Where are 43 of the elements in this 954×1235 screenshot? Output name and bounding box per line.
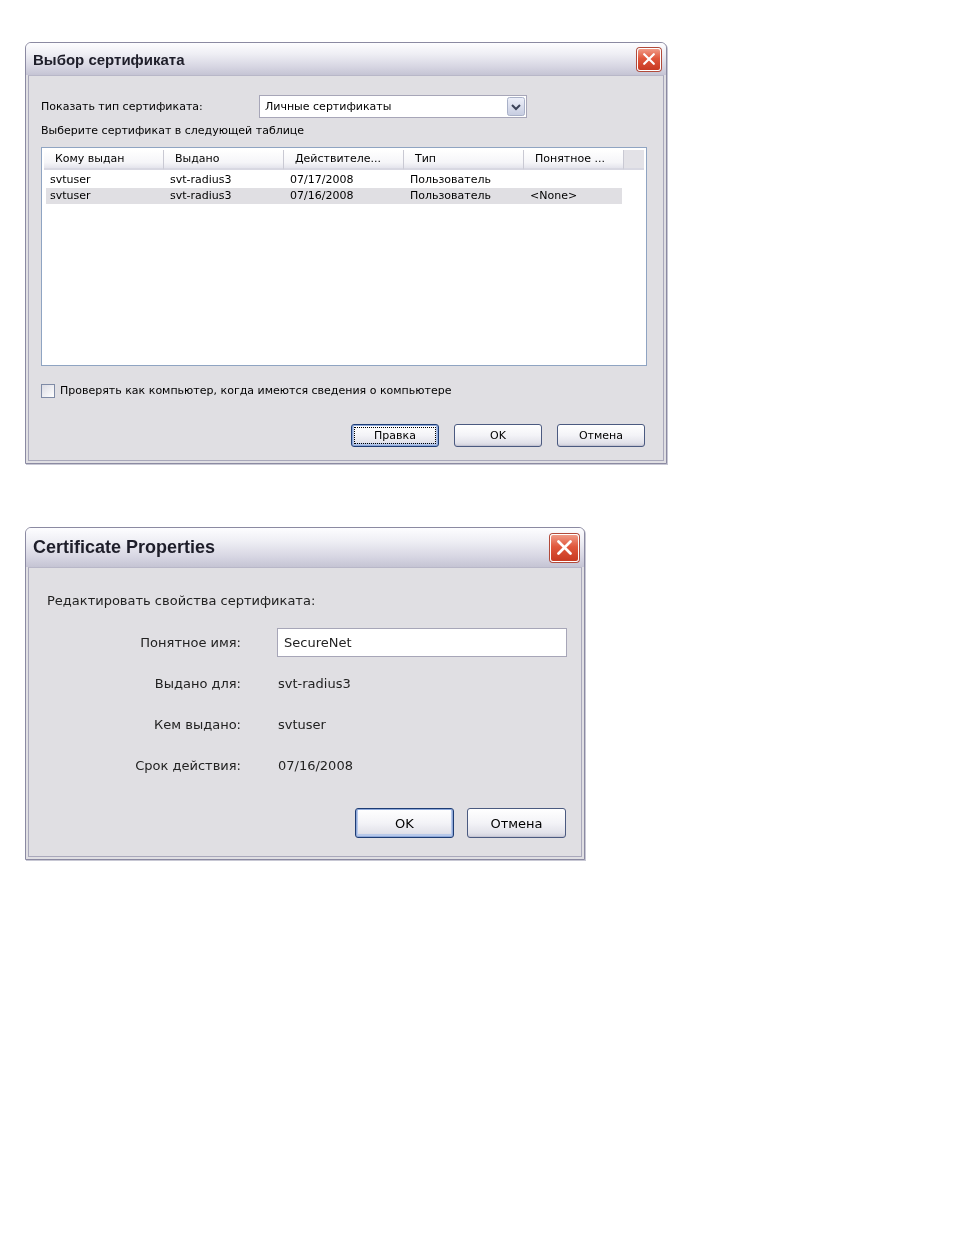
table-cell-text: svtuser: [49, 172, 92, 188]
dialog-button[interactable]: Правка: [351, 424, 439, 447]
field-label: Кем выдано:: [154, 717, 241, 732]
close-icon: [557, 540, 572, 555]
table-cell-text: Пользователь: [409, 188, 492, 204]
column-header[interactable]: Действителе...: [284, 150, 404, 170]
certificate-type-dropdown[interactable]: Личные сертификаты: [259, 95, 527, 118]
checkbox[interactable]: [41, 383, 55, 398]
field-value: svt-radius3: [277, 676, 351, 691]
column-header[interactable]: Понятное ...: [524, 150, 624, 170]
table-row[interactable]: svtuser svt-radius3 07/17/2008 Пользователь: [46, 172, 622, 188]
table-cell-text: 07/16/2008: [289, 188, 355, 204]
table-cell-text: <None>: [529, 188, 579, 204]
column-header[interactable]: Кому выдан: [44, 150, 164, 170]
column-header[interactable]: Тип: [404, 150, 524, 170]
window-title: Выбор сертификата: [33, 50, 185, 68]
instruction-text: Выберите сертификат в следующей таблице: [41, 124, 306, 138]
table-cell-text: svtuser: [49, 188, 92, 204]
checkbox-label: Проверять как компьютер, когда имеются сведения о компьютере: [60, 383, 452, 398]
field-label: Выдано для:: [154, 676, 241, 691]
dialog-button[interactable]: Отмена: [467, 808, 566, 838]
dialog-button[interactable]: OK: [355, 808, 454, 838]
dialog-button[interactable]: Отмена: [557, 424, 645, 447]
header-spacer: [624, 150, 644, 170]
chevron-down-icon: [507, 97, 525, 116]
field-value: svtuser: [277, 717, 326, 732]
table-cell-text: 07/17/2008: [289, 172, 355, 188]
table-cell-text: Пользователь: [409, 172, 492, 188]
input-field[interactable]: SecureNet: [277, 628, 567, 657]
table-cell-text: svt-radius3: [169, 172, 233, 188]
column-header[interactable]: Выдано: [164, 150, 284, 170]
field-value: 07/16/2008: [277, 758, 353, 773]
close-button[interactable]: [550, 533, 579, 562]
field-label: Понятное имя:: [140, 635, 241, 650]
table-row[interactable]: svtuser svt-radius3 07/16/2008 Пользователь <None>: [46, 188, 622, 204]
field-label: Показать тип сертификата:: [41, 99, 204, 114]
section-heading: Редактировать свойства сертификата:: [47, 592, 317, 609]
field-label: Срок действия:: [135, 758, 241, 773]
dialog-button[interactable]: OK: [454, 424, 542, 447]
window-title: Certificate Properties: [33, 537, 216, 558]
close-button[interactable]: [637, 47, 661, 71]
table-cell-text: svt-radius3: [169, 188, 233, 204]
close-icon: [643, 53, 655, 65]
